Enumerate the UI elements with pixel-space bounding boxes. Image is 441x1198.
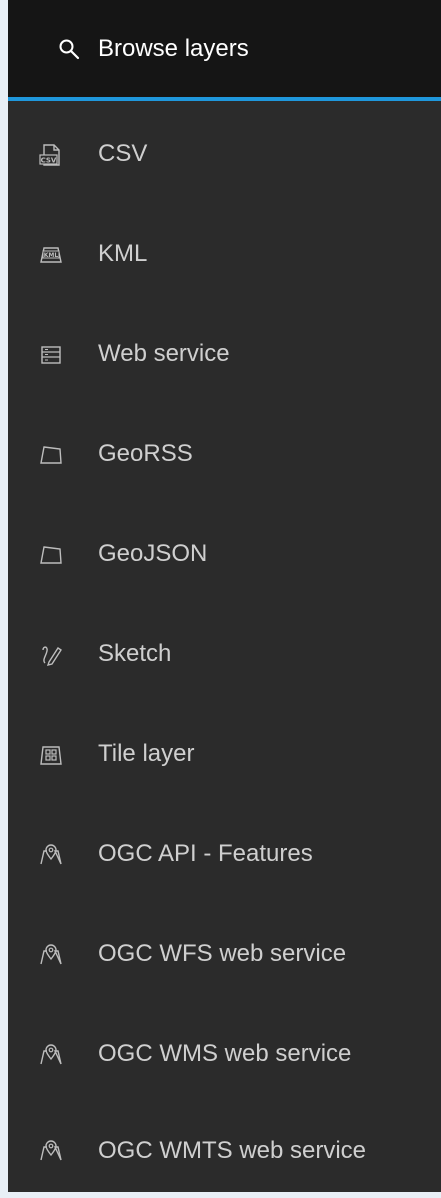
map-pin-icon <box>38 842 64 868</box>
menu-item-label: CSV <box>98 140 148 167</box>
menu-item-ogc-wmts[interactable]: OGC WMTS web service <box>8 1104 441 1192</box>
add-layer-panel: Browse layers CSV CSV KML KML Web servic… <box>8 0 441 1192</box>
map-pin-icon <box>38 1042 64 1068</box>
csv-file-icon: CSV <box>38 142 64 168</box>
menu-item-ogc-wms[interactable]: OGC WMS web service <box>8 1004 441 1104</box>
menu-item-kml[interactable]: KML KML <box>8 204 441 304</box>
map-outline-icon <box>38 442 64 468</box>
menu-item-label: Web service <box>98 340 230 367</box>
menu-item-sketch[interactable]: Sketch <box>8 604 441 704</box>
svg-text:KML: KML <box>44 252 59 259</box>
search-icon <box>58 38 80 60</box>
menu-item-label: GeoJSON <box>98 540 208 567</box>
sketch-pencil-icon <box>38 642 64 668</box>
browse-layers-item[interactable]: Browse layers <box>8 0 441 101</box>
kml-map-icon: KML <box>38 242 64 268</box>
menu-item-label: OGC WMS web service <box>98 1040 352 1067</box>
menu-item-label: GeoRSS <box>98 440 193 467</box>
menu-item-ogc-wfs[interactable]: OGC WFS web service <box>8 904 441 1004</box>
web-service-icon <box>38 342 64 368</box>
menu-item-label: OGC WMTS web service <box>98 1137 367 1164</box>
tile-layer-icon <box>38 742 64 768</box>
menu-item-csv[interactable]: CSV CSV <box>8 104 441 204</box>
menu-item-web-service[interactable]: Web service <box>8 304 441 404</box>
menu-item-geojson[interactable]: GeoJSON <box>8 504 441 604</box>
menu-item-georss[interactable]: GeoRSS <box>8 404 441 504</box>
menu-item-label: Tile layer <box>98 740 195 767</box>
map-outline-icon <box>38 542 64 568</box>
menu-item-label: OGC WFS web service <box>98 940 347 967</box>
map-pin-icon <box>38 1138 64 1164</box>
menu-item-label: KML <box>98 240 148 267</box>
menu-item-tile-layer[interactable]: Tile layer <box>8 704 441 804</box>
svg-text:CSV: CSV <box>41 157 57 165</box>
menu-item-label: Sketch <box>98 640 172 667</box>
map-pin-icon <box>38 942 64 968</box>
browse-layers-label: Browse layers <box>98 35 249 62</box>
menu-item-label: OGC API - Features <box>98 840 313 867</box>
menu-item-ogc-api-features[interactable]: OGC API - Features <box>8 804 441 904</box>
